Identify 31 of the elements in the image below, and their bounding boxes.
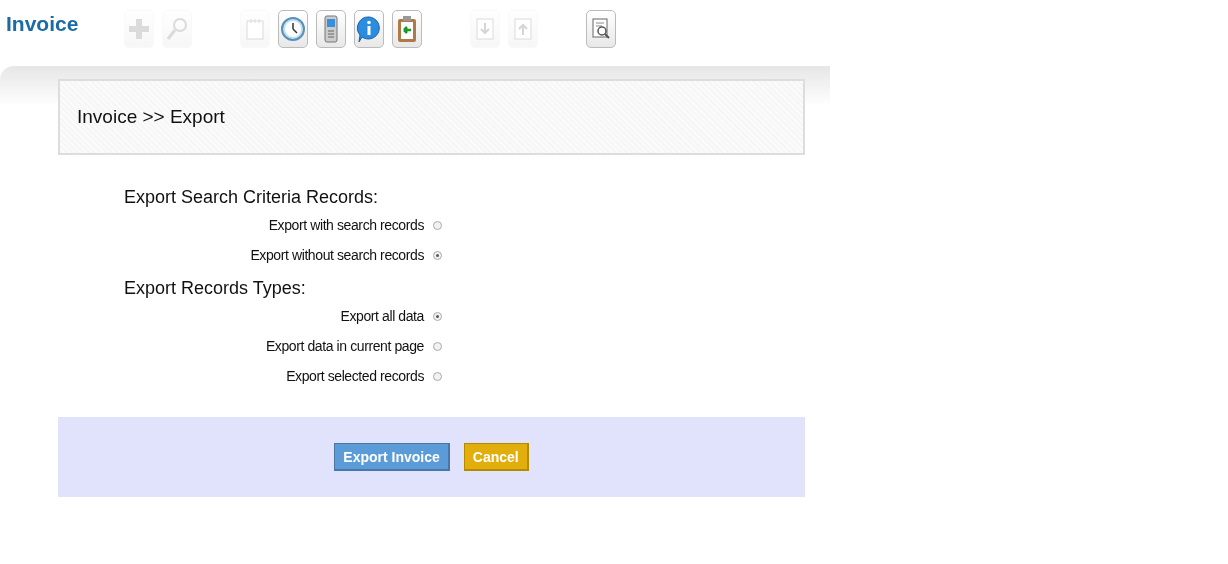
radio-button[interactable] (433, 220, 442, 230)
clipboard-icon (397, 15, 417, 43)
document-search-icon (591, 17, 611, 41)
radio-button[interactable] (433, 250, 442, 260)
section-heading: Export Search Criteria Records: (124, 187, 380, 208)
down-arrow-document-icon (476, 18, 494, 40)
up-arrow-document-icon (514, 18, 532, 40)
toolbar-button[interactable] (392, 10, 422, 48)
phone-icon (324, 15, 338, 43)
option-label: Export with search records (268, 217, 424, 233)
magnifier-icon (166, 17, 188, 41)
option-label: Export all data (340, 308, 424, 324)
export-button[interactable]: Export Invoice (334, 443, 450, 471)
toolbar-button[interactable] (354, 10, 384, 48)
notepad-icon (246, 18, 264, 40)
toolbar-button[interactable] (278, 10, 308, 48)
cancel-button[interactable]: Cancel (463, 443, 529, 471)
radio-button[interactable] (433, 341, 442, 351)
plus-icon (128, 18, 150, 40)
clock-icon (281, 16, 305, 42)
breadcrumb: Invoice >> Export (58, 79, 805, 155)
toolbar-button[interactable] (586, 10, 616, 48)
toolbar-button[interactable] (316, 10, 346, 48)
option-label: Export data in current page (265, 338, 424, 354)
option-label: Export without search records (250, 247, 424, 263)
app-title: Invoice (5, 12, 80, 36)
section-heading: Export Records Types: (124, 278, 307, 299)
info-icon (356, 15, 382, 43)
option-label: Export selected records (286, 368, 424, 384)
radio-button[interactable] (433, 371, 442, 381)
radio-button[interactable] (433, 311, 442, 321)
